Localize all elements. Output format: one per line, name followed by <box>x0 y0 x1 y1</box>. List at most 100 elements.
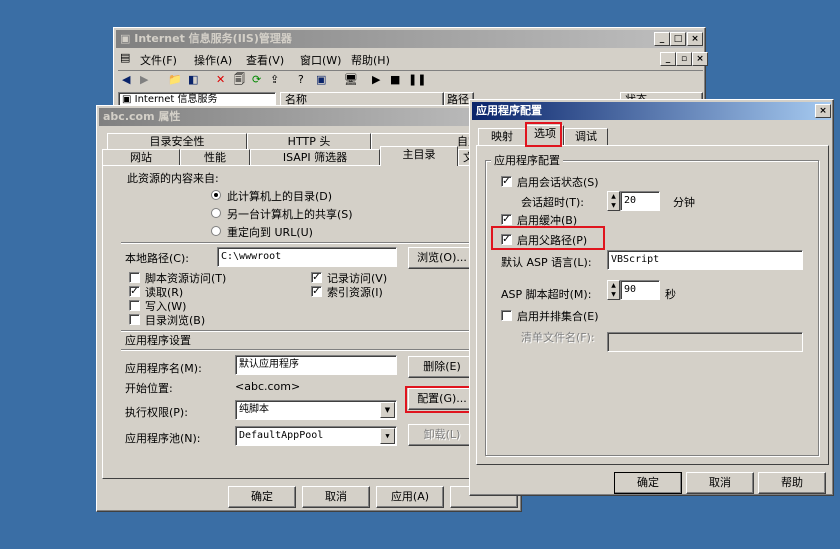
iis-maximize-button[interactable]: □ <box>670 32 686 46</box>
radio-network-share-label[interactable]: 另一台计算机上的共享(S) <box>227 206 353 222</box>
mdi-restore-button[interactable]: ▫ <box>676 52 692 66</box>
up-folder-icon[interactable]: 📁 <box>168 73 182 87</box>
chk-write[interactable] <box>129 300 140 311</box>
properties-title-bar: abc.com 属性 <box>99 108 519 126</box>
app-settings-heading: 应用程序设置 <box>125 334 191 347</box>
iis-title: Internet 信息服务(IIS)管理器 <box>134 32 292 45</box>
asp-script-timeout-input[interactable]: 90 <box>620 280 660 300</box>
radio-redirect-url[interactable] <box>211 226 221 236</box>
tab-directory-security[interactable]: 目录安全性 <box>107 133 247 150</box>
chk-read[interactable]: ✓ <box>129 286 140 297</box>
tab-home-directory[interactable]: 主目录 <box>380 146 458 166</box>
chk-directory-browsing[interactable] <box>129 314 140 325</box>
chk-enable-session-state-label[interactable]: 启用会话状态(S) <box>517 174 599 190</box>
radio-network-share[interactable] <box>211 208 221 218</box>
app-config-dialog: 应用程序配置 × 映射 选项 调试 应用程序配置 ✓ 启用会话状态(S) 会话超… <box>469 99 834 496</box>
iis-close-button[interactable]: × <box>687 32 703 46</box>
properties-ok-button[interactable]: 确定 <box>228 486 296 508</box>
session-timeout-spinner[interactable]: ▲ ▼ <box>607 191 620 211</box>
console-icon[interactable]: ▣ <box>316 73 326 87</box>
default-asp-language-input[interactable]: VBScript <box>607 250 803 270</box>
content-from-label: 此资源的内容来自: <box>127 172 219 185</box>
start-point-label: 开始位置: <box>125 382 173 395</box>
asp-script-timeout-spinner[interactable]: ▲ ▼ <box>607 280 620 300</box>
export-list-icon[interactable]: ⇪ <box>270 73 279 87</box>
menu-view[interactable]: 查看(V) <box>246 52 284 68</box>
play-icon[interactable]: ▶ <box>372 73 380 87</box>
tab-performance[interactable]: 性能 <box>180 149 250 166</box>
chk-enable-side-by-side-label[interactable]: 启用并排集合(E) <box>517 308 599 324</box>
chevron-down-icon[interactable]: ▼ <box>380 428 395 444</box>
manifest-file-label: 清单文件名(F): <box>521 331 595 344</box>
app-name-input[interactable]: 默认应用程序 <box>235 355 397 375</box>
unload-button[interactable]: 卸载(L) <box>408 424 476 446</box>
pause-icon[interactable]: ❚❚ <box>408 73 426 87</box>
remove-button[interactable]: 删除(E) <box>408 356 476 378</box>
execute-permissions-select[interactable]: 纯脚本 ▼ <box>235 400 397 420</box>
session-timeout-input[interactable]: 20 <box>620 191 660 211</box>
app-config-group-label: 应用程序配置 <box>491 152 563 168</box>
session-timeout-label: 会话超时(T): <box>521 196 585 209</box>
tree-root-icon: ▣ <box>122 94 135 105</box>
tab-http-headers[interactable]: HTTP 头 <box>247 133 371 150</box>
app-config-help-button[interactable]: 帮助 <box>758 472 826 494</box>
forward-arrow-icon[interactable]: ▶ <box>140 73 148 87</box>
chk-enable-buffering[interactable]: ✓ <box>501 214 512 225</box>
radio-local-directory-label[interactable]: 此计算机上的目录(D) <box>227 188 332 204</box>
browse-button[interactable]: 浏览(O)... <box>408 247 476 269</box>
radio-redirect-url-label[interactable]: 重定向到 URL(U) <box>227 224 313 240</box>
options-panel: 应用程序配置 ✓ 启用会话状态(S) 会话超时(T): ▲ ▼ 20 分钟 ✓ 启… <box>476 145 829 465</box>
back-arrow-icon[interactable]: ◀ <box>122 73 130 87</box>
divider-3 <box>121 349 511 350</box>
app-config-title-bar: 应用程序配置 <box>472 102 831 120</box>
chk-log-visits[interactable]: ✓ <box>311 272 322 283</box>
tab-isapi-filters[interactable]: ISAPI 筛选器 <box>250 149 380 166</box>
chk-index-resource[interactable]: ✓ <box>311 286 322 297</box>
iis-app-icon: ▣ <box>120 32 135 45</box>
app-pool-select[interactable]: DefaultAppPool ▼ <box>235 426 397 446</box>
refresh-icon[interactable]: ⟳ <box>252 73 261 87</box>
app-config-cancel-button[interactable]: 取消 <box>686 472 754 494</box>
app-config-title: 应用程序配置 <box>476 104 542 117</box>
show-tree-icon[interactable]: ◧ <box>188 73 198 87</box>
chk-enable-side-by-side[interactable] <box>501 310 512 321</box>
start-point-value: <abc.com> <box>235 380 301 393</box>
app-pool-value: DefaultAppPool <box>239 430 324 441</box>
mdi-close-button[interactable]: × <box>692 52 708 66</box>
minutes-label: 分钟 <box>673 196 695 209</box>
properties-icon[interactable]: 🗐 <box>234 73 245 87</box>
menu-window[interactable]: 窗口(W) <box>300 52 341 68</box>
help-icon[interactable]: ? <box>298 73 304 87</box>
radio-local-directory[interactable] <box>211 190 221 200</box>
stop-icon[interactable]: ■ <box>390 73 400 87</box>
parent-paths-highlight <box>491 226 605 250</box>
execute-permissions-value: 纯脚本 <box>239 404 269 415</box>
tab-debugging[interactable]: 调试 <box>564 128 608 145</box>
app-config-close-button[interactable]: × <box>815 104 831 118</box>
chk-enable-session-state[interactable]: ✓ <box>501 176 512 187</box>
manifest-file-input[interactable] <box>607 332 803 352</box>
local-path-input[interactable]: C:\wwwroot <box>217 247 397 267</box>
computer-icon[interactable]: 🖥 <box>344 73 358 87</box>
mdi-minimize-button[interactable]: _ <box>660 52 676 66</box>
iis-menu-bar: ▤ 文件(F) 操作(A) 查看(V) 窗口(W) 帮助(H) _ ▫ × <box>118 50 708 68</box>
properties-apply-button[interactable]: 应用(A) <box>376 486 444 508</box>
chk-directory-browsing-label[interactable]: 目录浏览(B) <box>145 312 205 328</box>
app-pool-label: 应用程序池(N): <box>125 432 201 445</box>
menu-file[interactable]: 文件(F) <box>140 52 177 68</box>
iis-minimize-button[interactable]: _ <box>654 32 670 46</box>
app-config-ok-button[interactable]: 确定 <box>614 472 682 494</box>
tab-website[interactable]: 网站 <box>102 149 180 166</box>
chk-script-source-access[interactable] <box>129 272 140 283</box>
divider-1 <box>121 242 511 243</box>
chk-index-resource-label[interactable]: 索引资源(I) <box>327 284 383 300</box>
home-directory-panel: 此资源的内容来自: 此计算机上的目录(D) 另一台计算机上的共享(S) 重定向到… <box>102 165 519 479</box>
chevron-down-icon[interactable]: ▼ <box>380 402 395 418</box>
tree-root-label: Internet 信息服务 <box>134 94 218 105</box>
tab-mappings[interactable]: 映射 <box>478 128 526 145</box>
delete-icon[interactable]: ✕ <box>216 73 225 87</box>
menu-help[interactable]: 帮助(H) <box>351 52 390 68</box>
mdi-doc-icon: ▤ <box>120 51 131 64</box>
menu-action[interactable]: 操作(A) <box>194 52 232 68</box>
properties-cancel-button[interactable]: 取消 <box>302 486 370 508</box>
